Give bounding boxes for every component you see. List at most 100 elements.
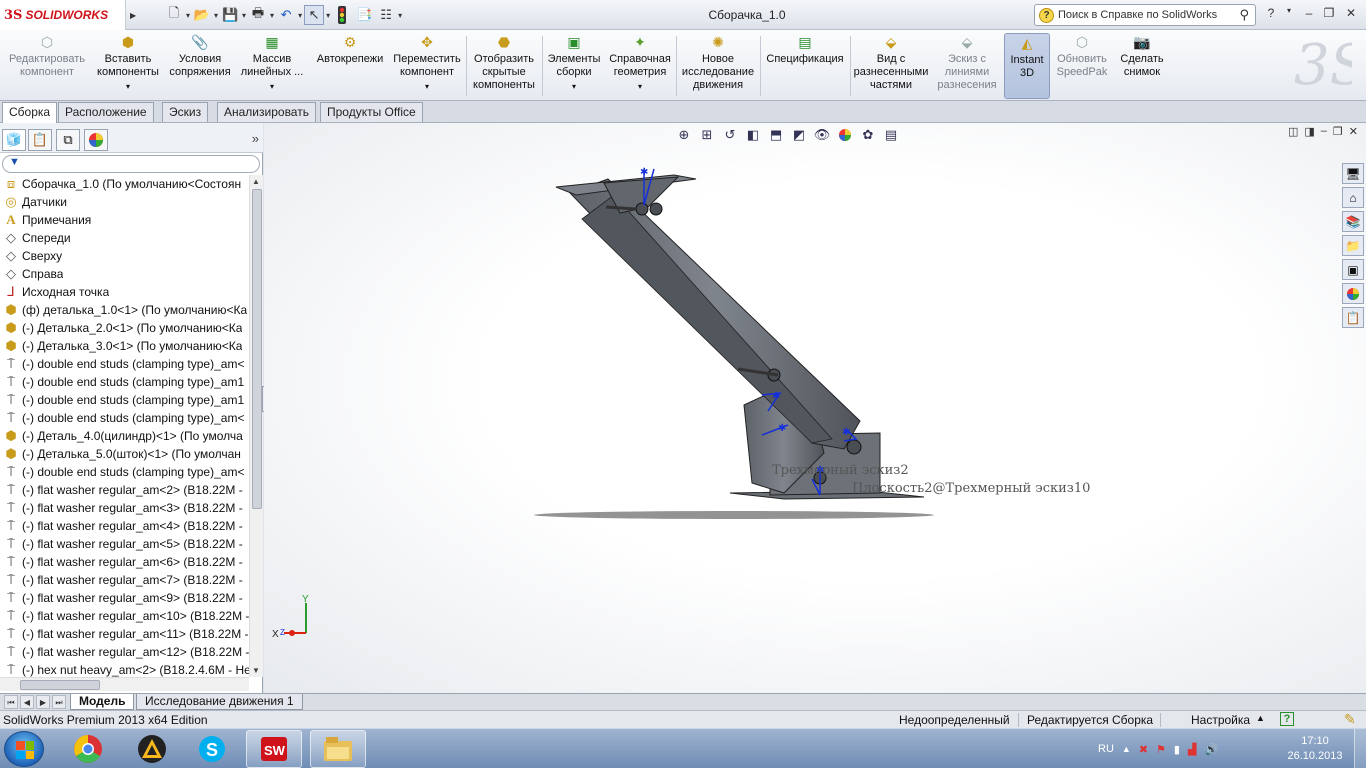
exploded-view-button[interactable]: ⬙ Вид с разнесенными частями — [852, 33, 930, 99]
tab-evaluate[interactable]: Анализировать — [217, 102, 316, 122]
tree-node[interactable]: ⍑ (-) double end studs (clamping type)_am… — [0, 409, 250, 427]
tree-node[interactable]: ◇ Сверху — [0, 247, 250, 265]
configuration-manager-tab-icon[interactable]: ⧉ — [56, 129, 80, 151]
show-hidden-components-button[interactable]: ⬣ Отобразить скрытые компоненты — [468, 33, 540, 99]
chevron-down-icon[interactable]: ▾ — [638, 80, 642, 93]
network-error-icon[interactable]: ✖ — [1139, 743, 1148, 756]
tree-node[interactable]: ⬢ (-) Деталька_3.0<1> (По умолчанию<Ка — [0, 337, 250, 355]
tree-node[interactable]: ⍑ (-) flat washer regular_am<6> (B18.22M … — [0, 553, 250, 571]
scroll-down-icon[interactable]: ▼ — [252, 666, 260, 675]
chevron-down-icon[interactable]: ▾ — [186, 11, 190, 20]
help-dropdown-icon[interactable]: ▾ — [1280, 6, 1298, 24]
help-search-input[interactable]: ? Поиск в Справке по SolidWorks ⚲ — [1034, 4, 1256, 26]
bolt[interactable] — [635, 202, 649, 216]
tree-node[interactable]: ⍑ (-) flat washer regular_am<2> (B18.22M … — [0, 481, 250, 499]
units-settings-button[interactable]: Настройка — [1191, 713, 1250, 727]
new-document-icon[interactable]: 🗋 — [164, 5, 184, 25]
tree-node[interactable]: ⍑ (-) flat washer regular_am<4> (B18.22M … — [0, 517, 250, 535]
chevron-down-icon[interactable]: ▾ — [326, 11, 330, 20]
tree-node[interactable]: ⬢ (-) Деталь_4.0(цилиндр)<1> (По умолча — [0, 427, 250, 445]
search-icon[interactable]: ⚲ — [1239, 7, 1249, 23]
tree-node[interactable]: ⧈ Сборачка_1.0 (По умолчанию<Состоян — [0, 175, 250, 193]
minimize-icon[interactable]: – — [1321, 125, 1327, 138]
assembly-features-button[interactable]: ▣ Элементы сборки ▾ — [544, 33, 604, 99]
settings-up-icon[interactable]: ▲ — [1256, 713, 1265, 723]
bom-button[interactable]: ▤ Спецификация — [762, 33, 848, 99]
restore-icon[interactable]: ❐ — [1333, 125, 1343, 138]
move-component-button[interactable]: ✥ Переместить компонент ▾ — [390, 33, 464, 99]
menu-arrow[interactable]: ▶ — [130, 5, 136, 25]
home-icon[interactable]: ⌂ — [1342, 187, 1364, 208]
first-tab-icon[interactable]: ⏮ — [4, 695, 18, 709]
close-icon[interactable]: ✕ — [1349, 125, 1358, 138]
take-snapshot-button[interactable]: 📷 Сделать снимок — [1114, 33, 1170, 99]
select-arrow-icon[interactable]: ↖ — [304, 5, 325, 25]
update-speedpak-button[interactable]: ⬡ Обновить SpeedPak — [1052, 33, 1112, 99]
zoom-to-fit-icon[interactable]: ⊕ — [674, 126, 694, 144]
minimize-button[interactable]: – — [1300, 6, 1318, 24]
tree-horizontal-scrollbar[interactable] — [0, 677, 249, 691]
tree-node[interactable]: A Примечания — [0, 211, 250, 229]
chevron-down-icon[interactable]: ▾ — [572, 80, 576, 93]
tree-node[interactable]: ⍑ (-) hex nut heavy_am<2> (B18.2.4.6M - H… — [0, 661, 250, 677]
signal-icon[interactable]: ▟ — [1188, 743, 1196, 756]
tab-model[interactable]: Модель — [70, 694, 135, 710]
tree-node[interactable]: ⍑ (-) flat washer regular_am<3> (B18.22M … — [0, 499, 250, 517]
file-properties-icon[interactable]: 📑 — [354, 5, 374, 25]
solidworks-menu-button[interactable]: 3S SOLIDWORKS — [0, 0, 126, 30]
chevron-down-icon[interactable]: ▾ — [270, 11, 274, 20]
tile-right-icon[interactable]: ◨ — [1304, 125, 1314, 138]
quick-tips-button[interactable]: ? — [1280, 712, 1294, 726]
solidworks-icon[interactable]: SW — [246, 730, 302, 768]
previous-view-icon[interactable]: ↺ — [720, 126, 740, 144]
chevron-down-icon[interactable]: ▾ — [270, 80, 274, 93]
view-palette-icon[interactable]: ▣ — [1342, 259, 1364, 280]
chevron-down-icon[interactable]: ▾ — [126, 80, 130, 93]
start-button[interactable] — [4, 731, 44, 767]
close-button[interactable]: ✕ — [1342, 6, 1360, 24]
print-icon[interactable]: 🖶 — [248, 5, 268, 25]
chevron-down-icon[interactable]: ▾ — [242, 11, 246, 20]
linear-pattern-button[interactable]: ▦ Массив линейных ... ▾ — [238, 33, 306, 99]
explorer-icon[interactable] — [310, 730, 366, 768]
scroll-up-icon[interactable]: ▲ — [252, 177, 260, 186]
tree-node[interactable]: ⬢ (-) Деталька_5.0(шток)<1> (По умолчан — [0, 445, 250, 463]
tree-node[interactable]: ◇ Справа — [0, 265, 250, 283]
chevron-down-icon[interactable]: ▾ — [214, 11, 218, 20]
skype-icon[interactable]: S — [184, 730, 240, 768]
restore-button[interactable]: ❐ — [1320, 6, 1338, 24]
scrollbar-thumb[interactable] — [252, 189, 262, 509]
file-explorer-icon[interactable]: 📁 — [1342, 235, 1364, 256]
tree-node[interactable]: ⬢ (ф) деталька_1.0<1> (По умолчанию<Ка — [0, 301, 250, 319]
reference-geometry-button[interactable]: ✦ Справочная геометрия ▾ — [606, 33, 674, 99]
appearances-icon[interactable] — [1342, 283, 1364, 304]
battery-icon[interactable]: ▮ — [1174, 743, 1180, 756]
custom-properties-icon[interactable]: 📋 — [1342, 307, 1364, 328]
tree-node[interactable]: ⅃ Исходная точка — [0, 283, 250, 301]
save-icon[interactable]: 💾 — [220, 5, 240, 25]
tree-node[interactable]: ⍑ (-) flat washer regular_am<11> (B18.22M… — [0, 625, 250, 643]
tree-node[interactable]: ⍑ (-) flat washer regular_am<5> (B18.22M … — [0, 535, 250, 553]
view-settings-icon[interactable]: ▤ — [881, 126, 901, 144]
new-motion-study-button[interactable]: ✺ Новое исследование движения — [678, 33, 758, 99]
mate-button[interactable]: 📎 Условия сопряжения — [164, 33, 236, 99]
language-indicator[interactable]: RU — [1098, 743, 1114, 755]
solidworks-resources-icon[interactable]: 🖥 — [1342, 163, 1364, 184]
chrome-icon[interactable] — [60, 730, 116, 768]
help-button[interactable]: ? — [1262, 6, 1280, 24]
chevron-down-icon[interactable]: ▾ — [398, 11, 402, 20]
clock[interactable]: 17:10 26.10.2013 — [1284, 734, 1346, 764]
show-hidden-icons-icon[interactable]: ▲ — [1122, 744, 1131, 754]
smart-fasteners-button[interactable]: ⚙ Автокрепежи — [312, 33, 388, 99]
tab-sketch[interactable]: Эскиз — [162, 102, 209, 122]
design-library-icon[interactable]: 📚 — [1342, 211, 1364, 232]
section-view-icon[interactable]: ◧ — [743, 126, 763, 144]
edit-appearance-icon[interactable] — [835, 126, 855, 144]
options-icon[interactable]: ☷ — [376, 5, 396, 25]
show-desktop-button[interactable] — [1354, 729, 1366, 768]
tree-node[interactable]: ◇ Спереди — [0, 229, 250, 247]
tab-layout[interactable]: Расположение — [58, 102, 154, 122]
instant3d-button[interactable]: ◭ Instant 3D — [1004, 33, 1050, 99]
view-orientation-icon[interactable]: ⬒ — [766, 126, 786, 144]
flag-warning-icon[interactable]: ⚑ — [1156, 743, 1166, 756]
